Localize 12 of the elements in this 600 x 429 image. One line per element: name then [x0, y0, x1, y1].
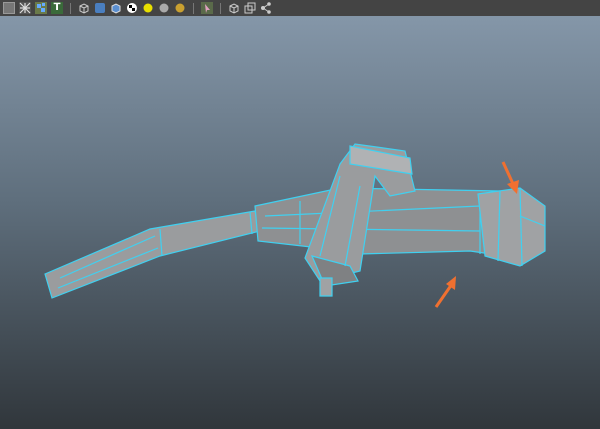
isolate-cube-icon[interactable] — [228, 2, 240, 14]
share-nodes-icon[interactable] — [260, 2, 272, 14]
cursor-icon[interactable] — [201, 2, 213, 14]
annotation-arrow — [502, 161, 519, 194]
annotation-arrow — [434, 276, 456, 308]
metallic-sphere-icon[interactable] — [174, 2, 186, 14]
text-tool-icon[interactable]: T — [51, 2, 63, 14]
sphere-icon[interactable] — [158, 2, 170, 14]
wireframe-cube-icon[interactable] — [78, 2, 90, 14]
overlap-squares-icon[interactable] — [244, 2, 256, 14]
checker-ball-icon[interactable] — [126, 2, 138, 14]
cube-icon[interactable] — [110, 2, 122, 14]
